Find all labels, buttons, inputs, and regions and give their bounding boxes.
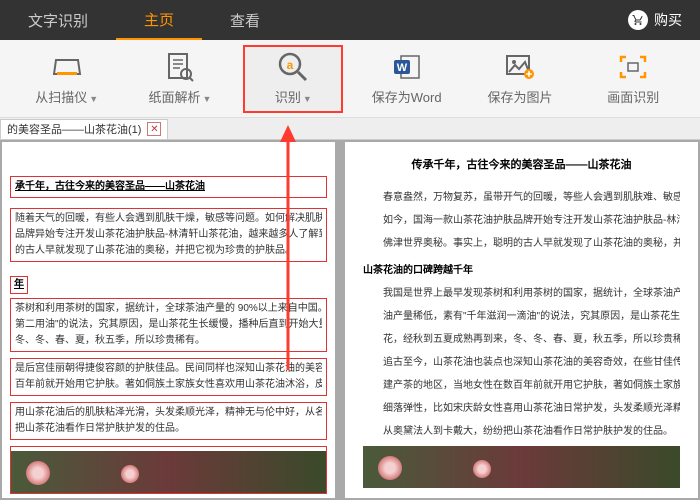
svg-text:a: a (287, 58, 294, 72)
buy-label: 购买 (654, 10, 682, 30)
document-tab-bar: 的美容圣品——山茶花油(1) ✕ (0, 118, 700, 140)
sub-heading: 年 (10, 276, 28, 294)
document-search-icon (166, 51, 194, 83)
text-line: 第二用油"的说法，究其原因，是山茶花生长缓慢，播种后直到开始大量产籽，而山茶果从… (15, 317, 322, 333)
recognize-button[interactable]: a 识别▼ (243, 45, 343, 113)
svg-text:W: W (396, 62, 407, 74)
chevron-down-icon: ▼ (303, 94, 312, 104)
save-image-button[interactable]: 保存为图片 (470, 45, 570, 113)
chevron-down-icon: ▼ (203, 94, 212, 104)
toolbar: 从扫描仪▼ 纸面解析▼ a 识别▼ W 保存为Word 保存为图片 画面识别 (0, 40, 700, 118)
text-line: 百年前就开始用它护肤。著如侗族土家族女性喜欢用山茶花油沐浴，皮肤极宜弹性 (15, 377, 322, 393)
pane-divider[interactable] (337, 140, 343, 500)
left-title: 承千年，古往今来的美容圣品——山茶花油 (10, 176, 327, 198)
tab-ocr[interactable]: 文字识别 (0, 0, 116, 40)
result-pane: 传承千年，古往今来的美容圣品——山茶花油 春意盎然，万物复苏，虽带开气的回暖，等… (345, 142, 698, 498)
text-line: 春意盎然，万物复苏，虽带开气的回暖，等些人会遇到肌肤难、敏感等问题。如何解决肌肤… (363, 189, 680, 206)
text-line: 佛津世界奥秘。事实上，聪明的古人早就发现了山茶花油的奥秘，并把它视为珍贵的护肤品… (363, 235, 680, 252)
close-icon[interactable]: ✕ (147, 122, 161, 136)
image-icon (505, 51, 535, 83)
image-thumbnail (363, 446, 680, 488)
cart-icon (628, 10, 648, 30)
word-icon: W (392, 51, 422, 83)
content-area: 承千年，古往今来的美容圣品——山茶花油 随着天气的回暖，有些人会遇到肌肤干燥，敏… (0, 140, 700, 500)
text-line: 茶树和利用茶树的国家，据统计，全球茶油产量的 90%以上来自中国。不过山茶花 (15, 301, 322, 317)
image-thumbnail (11, 451, 326, 493)
page-parse-button[interactable]: 纸面解析▼ (130, 45, 230, 113)
text-line: 用山茶花油后的肌肤粘泽光滑，头发柔顺光泽，精神无与伦中好，从名媛到明星 (15, 405, 322, 421)
sub-heading: 山茶花油的口碑跨越千年 (363, 262, 680, 279)
source-pane: 承千年，古往今来的美容圣品——山茶花油 随着天气的回暖，有些人会遇到肌肤干燥，敏… (2, 142, 335, 498)
chevron-down-icon: ▼ (89, 94, 98, 104)
scanner-icon (52, 51, 82, 83)
text-line: 冬、冬、春、夏，秋五季，所以珍贵稀有。 (15, 333, 322, 349)
text-line: 追古至今，山茶花油也装点也深知山茶花油的美容奇效，在些甘佳传统和山茶花油的美容奇… (363, 354, 680, 371)
document-tab[interactable]: 的美容圣品——山茶花油(1) ✕ (0, 119, 168, 139)
text-line: 是后宫佳丽朝得捷俊容颜的护肤佳品。民间同样也深知山茶花油的美容奇效，在一些 (15, 361, 322, 377)
text-line: 从奥黛法人到卡戴大，纷纷把山茶花油看作日常护肤护发的住品。 (363, 423, 680, 440)
text-line: 品牌异始专注开发山茶花油护肤品-林清轩山茶花油，越来越多人了解到山茶花油 (15, 227, 322, 243)
right-title: 传承千年，古往今来的美容圣品——山茶花油 (363, 156, 680, 175)
text-line: 油产量稀低，素有"千年滋润一滴油"的说法，究其原因，是山茶花生长缓慢万可上山俯，… (363, 308, 680, 325)
text-line: 随着天气的回暖，有些人会遇到肌肤干燥，敏感等问题。如何解决肌肤换季节问题呢？ (15, 211, 322, 227)
text-line: 的古人早就发现了山茶花油的奥秘，并把它视为珍贵的护肤品。 (15, 243, 322, 259)
screen-ocr-button[interactable]: 画面识别 (583, 45, 683, 113)
text-line: 如今，国海一款山茶花油护肤品牌开始专注开发山茶花油护肤品-林清轩山茶花油，越来越… (363, 212, 680, 229)
text-line: 花，经秋到五夏成熟再到来，冬、冬、春、夏，秋五季，所以珍贵稀有。 (363, 331, 680, 348)
buy-button[interactable]: 购买 (610, 0, 700, 40)
text-line: 我国是世界上最早发现茶树和利用茶树的国家，据统计，全球茶油产量的 90%以上来 (363, 285, 680, 302)
text-line: 细落弹性，比如宋庆龄女性喜用山茶花油日常护发，头发柔顺光泽精神无与伦中好，从名媛… (363, 400, 680, 417)
magnifier-icon: a (277, 51, 309, 83)
text-line: 建产茶的地区，当地女性在数百年前就开用它护肤，著如侗族土家族女性喜用山茶花油沐浴… (363, 377, 680, 394)
screen-capture-icon (618, 51, 648, 83)
scanner-button[interactable]: 从扫描仪▼ (17, 45, 117, 113)
main-tab-bar: 文字识别 主页 查看 购买 (0, 0, 700, 40)
save-word-button[interactable]: W 保存为Word (357, 45, 457, 113)
tab-view[interactable]: 查看 (202, 0, 288, 40)
tab-home[interactable]: 主页 (116, 0, 202, 40)
text-line: 把山茶花油看作日常护肤护发的住品。 (15, 421, 322, 437)
